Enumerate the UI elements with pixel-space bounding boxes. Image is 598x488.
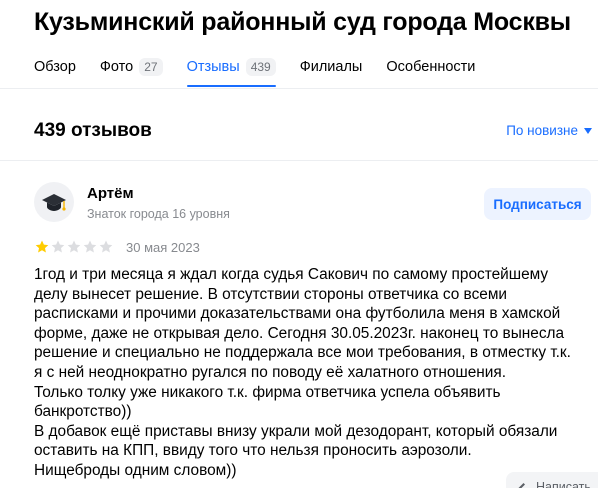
tabs-divider [0, 88, 598, 89]
tab-label: Фото [99, 59, 134, 75]
review-author-name[interactable]: Артём [87, 185, 134, 202]
subscribe-button[interactable]: Подписаться [484, 188, 591, 220]
tab-label: Особенности [386, 59, 476, 75]
star-empty-icon [51, 240, 65, 253]
page-title: Кузьминский районный суд города Москвы [34, 8, 571, 36]
tab-overview[interactable]: Обзор [34, 56, 76, 78]
pencil-icon [518, 483, 525, 488]
sort-dropdown[interactable]: По новизне [506, 123, 592, 138]
star-empty-icon [67, 240, 81, 253]
tab-reviews[interactable]: Отзывы 439 [186, 56, 276, 87]
tab-count-badge: 439 [245, 58, 276, 76]
tab-label: Отзывы [186, 59, 240, 75]
review-text: 1год и три месяца я ждал когда судья Сак… [34, 266, 571, 479]
reply-button[interactable]: Написать [506, 472, 598, 488]
tab-label: Обзор [34, 59, 76, 75]
reply-button-label: Написать [536, 480, 591, 488]
tab-features[interactable]: Особенности [386, 56, 475, 78]
review-author-level: Знаток города 16 уровня [87, 207, 230, 221]
section-divider [0, 160, 598, 161]
review-rating-stars [34, 239, 114, 255]
star-empty-icon [99, 240, 113, 253]
star-empty-icon [83, 240, 97, 253]
chevron-down-icon [584, 127, 592, 134]
tab-branches[interactable]: Филиалы [300, 56, 363, 78]
sort-label: По новизне [506, 123, 578, 138]
star-filled-icon [35, 240, 49, 253]
avatar[interactable] [34, 182, 74, 222]
tab-photos[interactable]: Фото 27 [100, 56, 163, 78]
reviews-count-heading: 439 отзывов [34, 120, 152, 141]
graduation-cap-icon [42, 194, 66, 211]
tabs-bar: Обзор Фото 27 Отзывы 439 Филиалы Особенн… [34, 56, 499, 87]
review-date: 30 мая 2023 [126, 240, 200, 255]
tab-count-badge: 27 [139, 58, 163, 76]
tab-label: Филиалы [299, 59, 363, 75]
